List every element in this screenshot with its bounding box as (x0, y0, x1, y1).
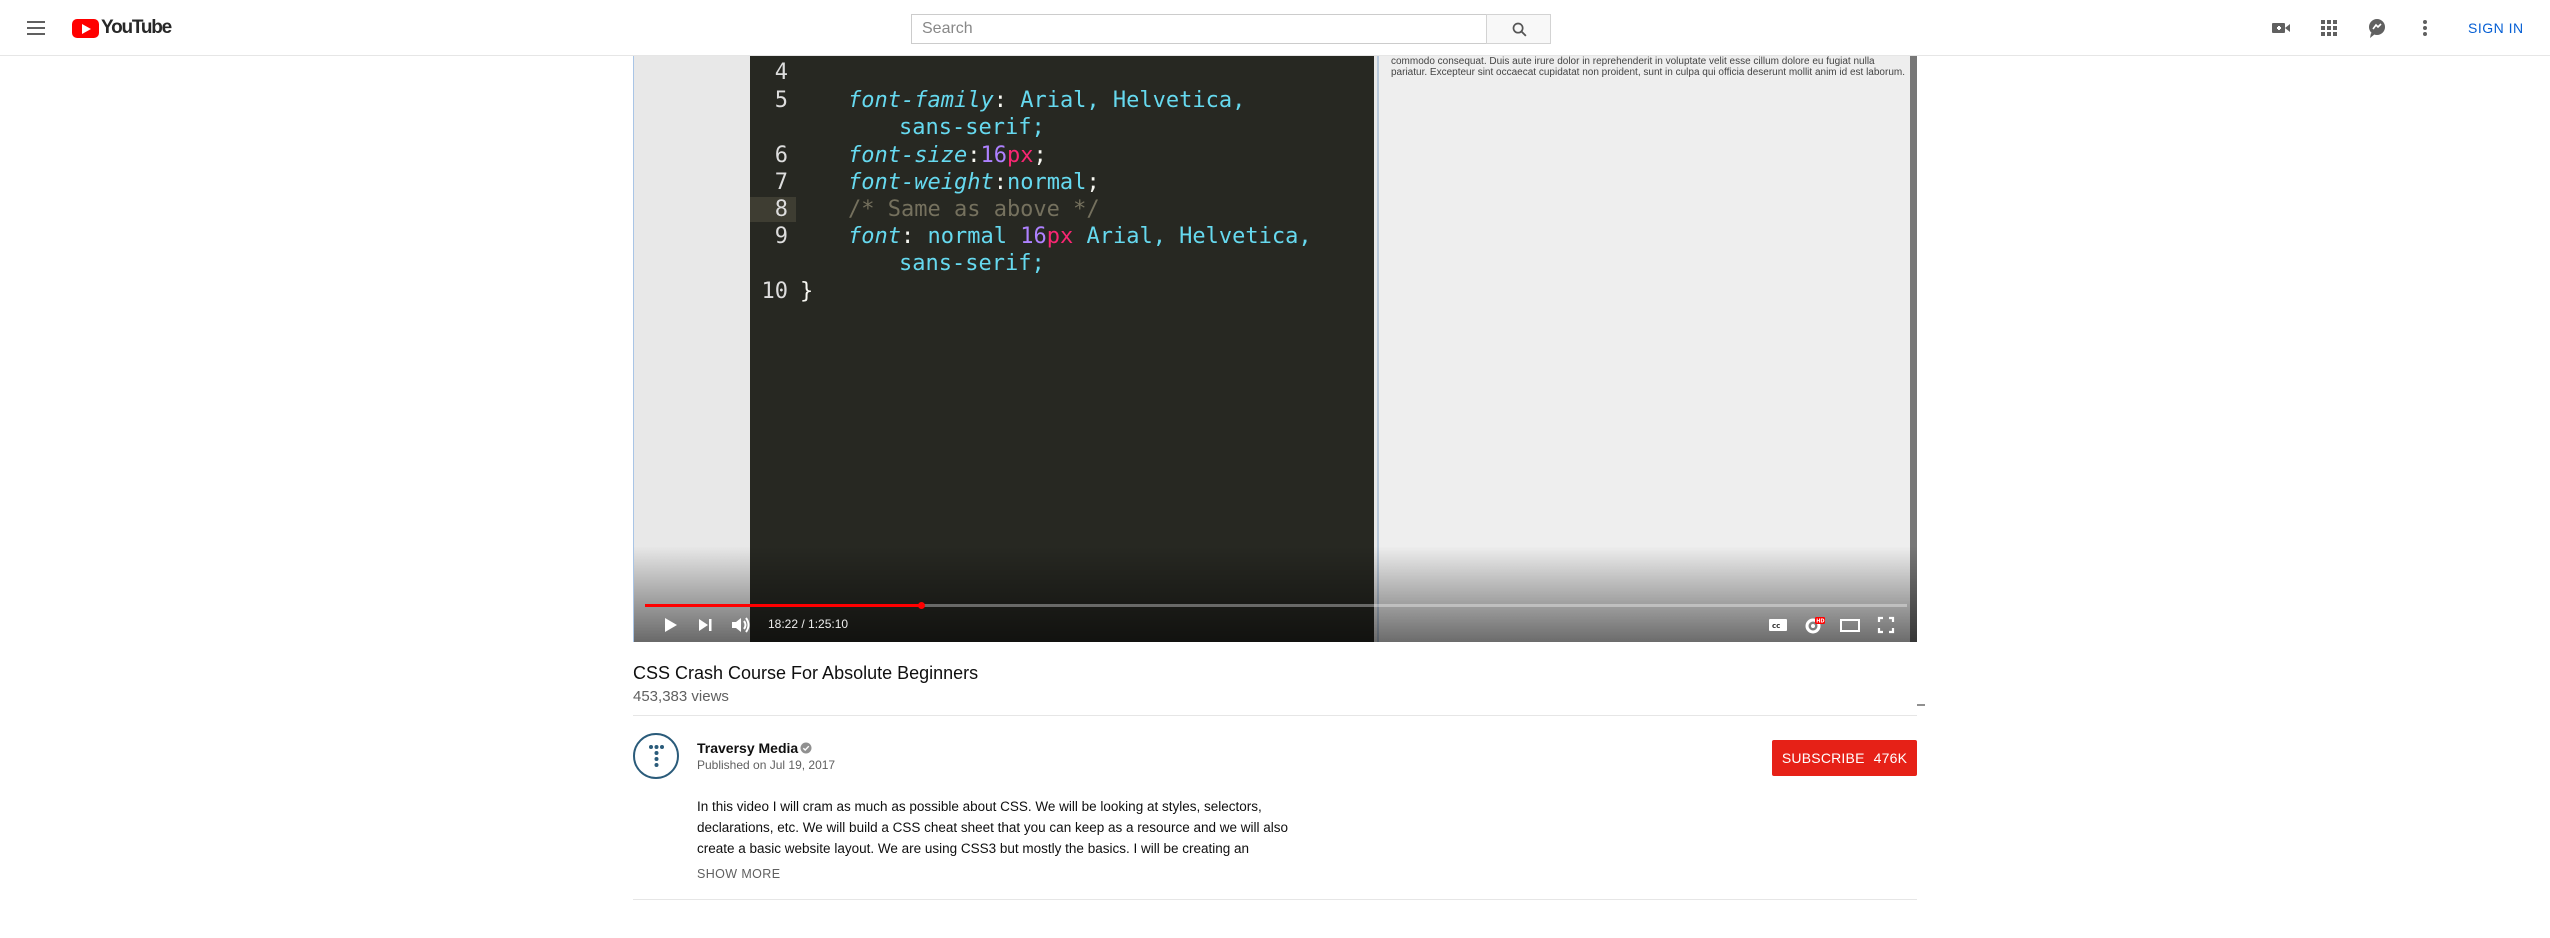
line-number: 6 (774, 143, 788, 168)
sign-in-button[interactable]: SIGN IN (2468, 20, 2524, 36)
masthead: YouTube Search SIGN IN (0, 0, 2550, 56)
menu-icon[interactable] (24, 16, 48, 40)
publish-date: Published on Jul 19, 2017 (697, 758, 836, 772)
time-display: 18:22 / 1:25:10 (768, 617, 849, 631)
divider (633, 715, 1917, 716)
more-vert-icon[interactable] (2413, 16, 2437, 40)
code-line: font-size:16px; (848, 143, 1047, 168)
code-line: font: normal 16px Arial, Helvetica, (848, 224, 1312, 249)
apps-grid-icon[interactable] (2317, 16, 2341, 40)
subscribe-button[interactable]: SUBSCRIBE 476K (1772, 740, 1917, 776)
video-title: CSS Crash Course For Absolute Beginners (633, 663, 979, 683)
line-number: 4 (774, 60, 788, 85)
progress-fill (645, 604, 922, 607)
video-player[interactable]: 4 5 font-family: Arial, Helvetica, sans-… (633, 56, 1917, 642)
progress-bar[interactable] (645, 602, 1907, 609)
code-line: sans-serif; (899, 251, 1045, 276)
captions-icon[interactable]: cc (1764, 611, 1792, 639)
channel-name[interactable]: Traversy Media (697, 740, 798, 756)
settings-icon[interactable]: HD (1800, 611, 1828, 639)
video-description: In this video I will cram as much as pos… (697, 799, 1289, 856)
search-icon (1512, 22, 1527, 37)
preview-text: commodo consequat. Duis aute irure dolor… (1391, 56, 1905, 78)
line-number: 5 (774, 88, 788, 113)
view-count: 453,383 views (633, 688, 729, 705)
divider (633, 899, 1917, 900)
fullscreen-icon[interactable] (1872, 611, 1900, 639)
svg-text:cc: cc (1772, 622, 1780, 630)
line-number-current: 8 (750, 197, 796, 222)
search-button[interactable] (1486, 14, 1551, 44)
next-icon[interactable] (691, 611, 719, 639)
line-number: 10 (761, 279, 789, 304)
line-number: 9 (774, 224, 788, 249)
volume-icon[interactable] (726, 611, 754, 639)
logo-text: YouTube (101, 17, 172, 38)
more-actions-icon[interactable] (1917, 704, 1925, 706)
youtube-play-logo-icon (72, 18, 99, 38)
code-line: font-family: Arial, Helvetica, (848, 88, 1246, 113)
svg-text:HD: HD (1816, 619, 1824, 625)
messages-icon[interactable] (2365, 16, 2389, 40)
show-more-button[interactable]: SHOW MORE (697, 867, 780, 881)
play-icon[interactable] (656, 611, 684, 639)
channel-avatar[interactable] (633, 733, 679, 779)
subscribe-label: SUBSCRIBE (1781, 750, 1865, 766)
search-placeholder: Search (922, 20, 973, 37)
create-video-icon[interactable] (2269, 16, 2293, 40)
line-number: 7 (774, 170, 788, 195)
youtube-logo[interactable]: YouTube (72, 17, 172, 38)
code-line: font-weight:normal; (848, 170, 1100, 195)
code-line: sans-serif; (899, 115, 1045, 140)
channel-logo-icon (649, 745, 664, 767)
theater-mode-icon[interactable] (1836, 611, 1864, 639)
code-line: } (800, 279, 814, 304)
verified-badge-icon (800, 742, 812, 754)
subscriber-count: 476K (1873, 750, 1908, 766)
search-input[interactable]: Search (911, 14, 1486, 44)
code-line: /* Same as above */ (848, 197, 1100, 222)
